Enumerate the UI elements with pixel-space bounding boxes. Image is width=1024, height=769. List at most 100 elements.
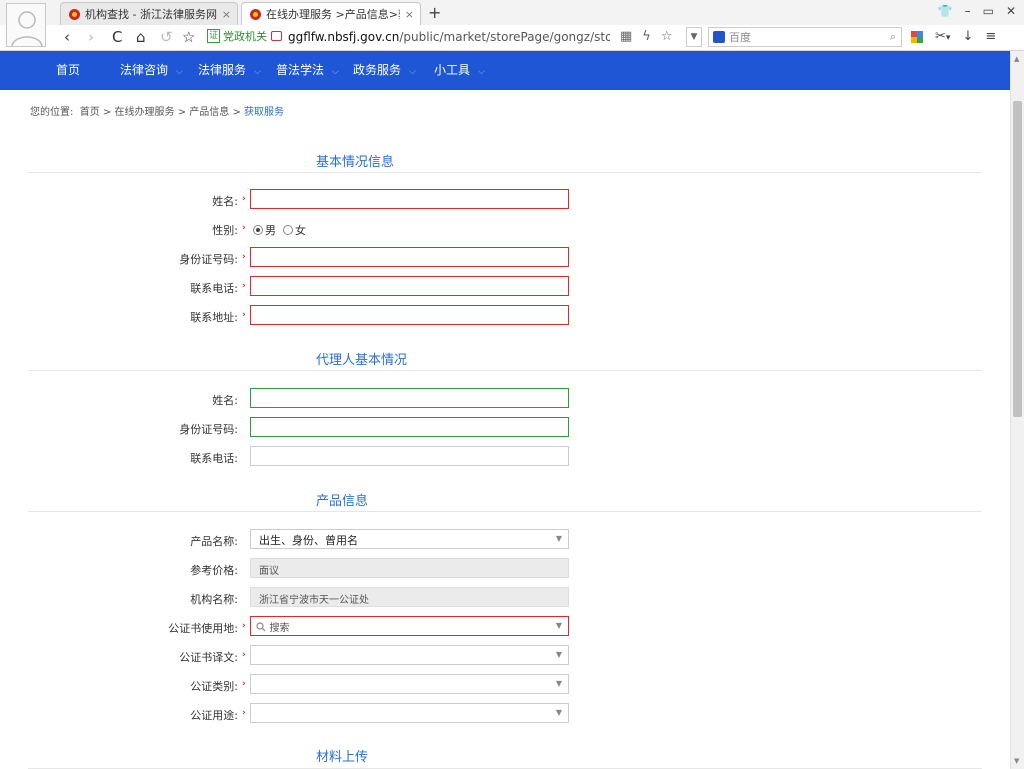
tab-org-search[interactable]: 机构查找 - 浙江法律服务网●宁波 × <box>60 2 238 25</box>
price-field: 面议 <box>250 558 569 578</box>
scroll-up-arrow-icon[interactable]: ▲ <box>1014 55 1019 63</box>
name-label: 姓名: <box>212 195 238 208</box>
required-mark: › <box>242 223 246 233</box>
phone-input[interactable] <box>250 276 569 296</box>
agent-name-label: 姓名: <box>212 394 238 407</box>
agent-phone-input[interactable] <box>250 446 569 466</box>
id-number-input[interactable] <box>250 247 569 267</box>
tab-get-service[interactable]: 在线办理服务 >产品信息>获取服务 × <box>241 2 421 25</box>
lightning-icon[interactable]: ϟ <box>642 28 651 46</box>
right-tools: ✂▾ ↓ ≡ <box>911 28 996 47</box>
download-icon[interactable]: ↓ <box>962 28 973 47</box>
page-scrollbar[interactable]: ▲ ▼ <box>1010 51 1024 769</box>
site-emblem-icon <box>69 8 80 20</box>
address-input[interactable] <box>250 305 569 325</box>
dropdown-arrow-icon: ▼ <box>555 708 562 717</box>
breadcrumb-home[interactable]: 首页 <box>80 107 100 118</box>
favorite-star-icon[interactable]: ☆ <box>661 28 673 46</box>
dropdown-arrow-icon: ▼ <box>555 650 562 659</box>
section-title: 基本情况信息 <box>316 155 395 170</box>
close-tab-icon[interactable]: × <box>405 8 414 21</box>
breadcrumb-separator: > <box>177 107 187 118</box>
qr-code-icon[interactable]: ▦ <box>620 28 632 46</box>
bookmark-star-icon[interactable]: ☆ <box>182 27 195 47</box>
person-icon <box>11 11 43 47</box>
section-title: 产品信息 <box>316 494 369 509</box>
tab-strip: 机构查找 - 浙江法律服务网●宁波 × 在线办理服务 >产品信息>获取服务 × … <box>0 0 1024 47</box>
reload-button[interactable]: C <box>112 27 122 47</box>
section-agent-info: 代理人基本情况 <box>28 349 982 371</box>
browser-toolbar: ‹ › C ⌂ ↺ ☆ 证 党政机关 ggflfw.nbsfj.gov.cn/p… <box>0 25 1024 51</box>
nav-item-legal-consult[interactable]: 法律咨询 ⌵ <box>120 51 183 90</box>
skin-icon[interactable]: 👕 <box>938 4 953 18</box>
nav-item-tools[interactable]: 小工具 ⌵ <box>434 51 485 90</box>
price-label: 参考价格: <box>190 564 238 577</box>
tab-title: 在线办理服务 >产品信息>获取服务 <box>266 8 400 21</box>
id-number-label: 身份证号码: <box>179 253 238 266</box>
address-label: 联系地址: <box>190 311 238 324</box>
new-tab-button[interactable]: + <box>428 3 441 22</box>
search-input[interactable]: 百度 <box>729 29 890 45</box>
product-name-label: 产品名称: <box>190 535 238 548</box>
nav-item-home[interactable]: 首页 <box>56 51 80 90</box>
chevron-down-icon: ⌵ <box>478 67 485 77</box>
address-bar[interactable]: ggflfw.nbsfj.gov.cn/public/market/storeP… <box>288 28 610 46</box>
home-button[interactable]: ⌂ <box>136 27 146 47</box>
screenshot-scissors-icon[interactable]: ✂▾ <box>935 28 950 47</box>
gov-badge[interactable]: 党政机关 <box>223 29 267 45</box>
breadcrumb-prefix: 您的位置: <box>30 107 74 118</box>
scroll-thumb[interactable] <box>1013 101 1022 417</box>
section-upload: 材料上传 <box>28 746 982 769</box>
site-info-icon[interactable] <box>271 31 282 41</box>
user-avatar[interactable] <box>6 3 46 47</box>
nav-item-gov-service[interactable]: 政务服务 ⌵ <box>353 51 416 90</box>
required-mark: › <box>242 650 246 660</box>
window-controls: 👕 – ▭ ✕ <box>938 4 1016 18</box>
back-button[interactable]: ‹ <box>64 27 70 47</box>
site-nav: 首页 法律咨询 ⌵ 法律服务 ⌵ 普法学法 ⌵ 政务服务 ⌵ 小工具 ⌵ <box>0 51 1010 90</box>
required-mark: › <box>242 252 246 262</box>
category-select[interactable]: ▼ <box>250 674 569 694</box>
tab-title: 机构查找 - 浙江法律服务网●宁波 <box>85 8 217 21</box>
category-label: 公证类别: <box>190 680 238 693</box>
purpose-select[interactable]: ▼ <box>250 703 569 723</box>
agent-id-number-input[interactable] <box>250 417 569 437</box>
apps-grid-icon[interactable] <box>911 31 923 43</box>
close-tab-icon[interactable]: × <box>222 8 231 21</box>
breadcrumb: 您的位置: 首页 > 在线办理服务 > 产品信息 > 获取服务 <box>30 103 284 118</box>
required-mark: › <box>242 310 246 320</box>
breadcrumb-online-service[interactable]: 在线办理服务 <box>115 107 175 118</box>
breadcrumb-separator: > <box>102 107 112 118</box>
gender-male-label: 男 <box>265 224 276 237</box>
dropdown-arrow-icon: ▼ <box>555 534 562 543</box>
gender-male-radio[interactable] <box>253 225 263 235</box>
undo-close-button[interactable]: ↺ <box>160 27 173 47</box>
name-input[interactable] <box>250 189 569 209</box>
menu-icon[interactable]: ≡ <box>985 28 996 47</box>
gender-female-label: 女 <box>295 224 306 237</box>
translation-select[interactable]: ▼ <box>250 645 569 665</box>
use-place-select[interactable]: 搜索 ▼ <box>250 616 569 636</box>
use-place-search-placeholder: 搜索 <box>269 623 290 634</box>
forward-button[interactable]: › <box>88 27 94 47</box>
maximize-button[interactable]: ▭ <box>983 4 994 18</box>
nav-item-law-education[interactable]: 普法学法 ⌵ <box>276 51 339 90</box>
minimize-button[interactable]: – <box>965 4 971 18</box>
product-name-select[interactable]: 出生、身份、曾用名 ▼ <box>250 529 569 549</box>
chevron-down-icon: ⌵ <box>254 67 261 77</box>
org-name-field: 浙江省宁波市天一公证处 <box>250 587 569 607</box>
search-icon[interactable]: ⌕ <box>890 30 896 44</box>
agent-phone-label: 联系电话: <box>190 452 238 465</box>
agent-id-number-label: 身份证号码: <box>179 423 238 436</box>
agent-name-input[interactable] <box>250 388 569 408</box>
purpose-label: 公证用途: <box>190 709 238 722</box>
section-basic-info: 基本情况信息 <box>28 151 982 173</box>
search-engine-dropdown[interactable]: ▼ <box>686 27 702 47</box>
search-box[interactable]: 百度 ⌕ <box>708 27 902 47</box>
scroll-down-arrow-icon[interactable]: ▼ <box>1014 757 1019 765</box>
close-window-button[interactable]: ✕ <box>1006 4 1016 18</box>
gender-female-radio[interactable] <box>283 225 293 235</box>
breadcrumb-product-info[interactable]: 产品信息 <box>189 107 229 118</box>
nav-item-legal-service[interactable]: 法律服务 ⌵ <box>198 51 261 90</box>
phone-label: 联系电话: <box>190 282 238 295</box>
